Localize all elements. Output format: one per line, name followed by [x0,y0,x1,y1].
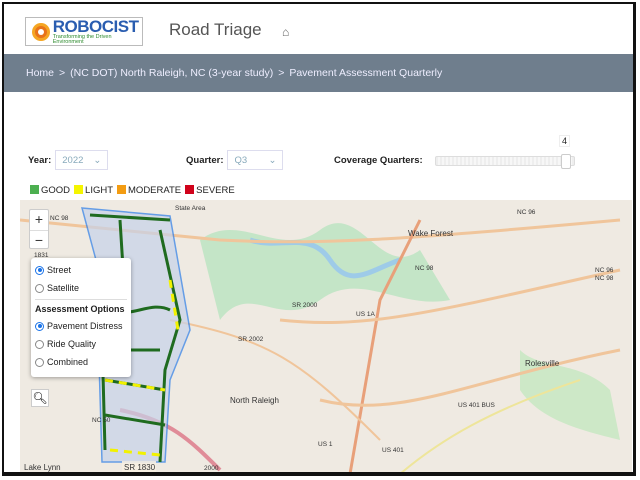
layer-satellite[interactable]: Satellite [35,279,127,297]
year-label: Year: [28,154,52,166]
breadcrumb-separator: > [59,67,66,79]
radio-button[interactable] [35,283,44,293]
map-label: NC 98 [415,265,434,272]
map-label: US 1A [356,311,375,318]
home-icon[interactable]: ⌂ [282,25,289,39]
search-icon[interactable]: 🔍︎ [31,389,49,407]
layer-panel: Street Satellite Assessment Options Pave… [31,258,131,377]
map-label: 2000 [204,465,219,472]
filter-controls: Year: 2022 ⌄ Quarter: Q3 ⌄ Coverage Quarte… [4,135,633,178]
map-label: US 401 BUS [458,402,496,409]
radio-button[interactable] [35,321,44,331]
breadcrumb-home[interactable]: Home [26,67,54,79]
logo-gear-icon [32,22,50,41]
map-label: Wake Forest [408,229,454,238]
coverage-slider[interactable] [435,154,575,169]
map-label: SR 1830 [124,463,156,472]
year-select[interactable]: 2022 ⌄ [55,150,109,170]
map-label: NC 98 [595,275,614,282]
option-combined[interactable]: Combined [35,353,127,371]
option-ride-quality[interactable]: Ride Quality [35,335,127,353]
map-label: State Area [175,205,206,212]
year-value: 2022 [62,154,84,166]
map-label: NC 96 [517,209,536,216]
chevron-down-icon: ⌄ [268,154,277,166]
layer-street[interactable]: Street [35,261,127,279]
map[interactable]: NC 98 State Area Wake Forest NC 96 1831 … [20,200,632,472]
legend-good: GOOD [30,185,70,196]
quarter-select[interactable]: Q3 ⌄ [227,150,284,170]
logo-tagline: Transforming the Driven Environment [52,33,112,45]
logo-text: ROBOCIST [52,16,139,36]
radio-button[interactable] [35,339,44,349]
map-label: NC 96 [595,267,614,274]
breadcrumb-study[interactable]: (NC DOT) North Raleigh, NC (3-year study… [70,67,273,79]
breadcrumb-current: Pavement Assessment Quarterly [289,67,443,79]
map-label: Lake Lynn [24,463,61,472]
legend-moderate: MODERATE [117,185,181,196]
map-label: US 401 [382,447,404,454]
map-label: NC 50 [92,417,111,424]
app-window: ROBOCIST Transforming the Driven Environ… [2,2,636,476]
map-label: North Raleigh [230,396,279,405]
map-label: SR 2000 [292,302,318,309]
coverage-label: Coverage Quarters: [334,155,423,166]
radio-button[interactable] [35,357,44,367]
zoom-in-button[interactable]: + [30,210,48,230]
radio-button[interactable] [35,265,44,275]
assessment-options-heading: Assessment Options [35,299,127,317]
legend-severe: SEVERE [185,185,235,196]
zoom-control: + − [29,209,49,249]
map-label: Rolesville [525,359,560,368]
coverage-value: 4 [559,135,571,147]
header: ROBOCIST Transforming the Driven Environ… [4,4,633,50]
map-label: US 1 [318,441,333,448]
option-pavement-distress[interactable]: Pavement Distress [35,317,127,335]
map-label: NC 98 [50,215,69,222]
zoom-out-button[interactable]: − [30,230,48,250]
quarter-label: Quarter: [186,154,224,166]
chevron-down-icon: ⌄ [93,154,102,166]
quarter-value: Q3 [234,154,248,166]
legend: GOOD LIGHT MODERATE SEVERE [30,185,235,196]
map-label: SR 2002 [238,336,264,343]
robocist-logo[interactable]: ROBOCIST Transforming the Driven Environ… [25,17,143,46]
legend-light: LIGHT [74,185,113,196]
breadcrumb: Home > (NC DOT) North Raleigh, NC (3-year… [4,54,633,92]
breadcrumb-separator: > [278,67,285,79]
slider-thumb[interactable] [561,154,571,169]
app-title: Road Triage [169,20,262,39]
